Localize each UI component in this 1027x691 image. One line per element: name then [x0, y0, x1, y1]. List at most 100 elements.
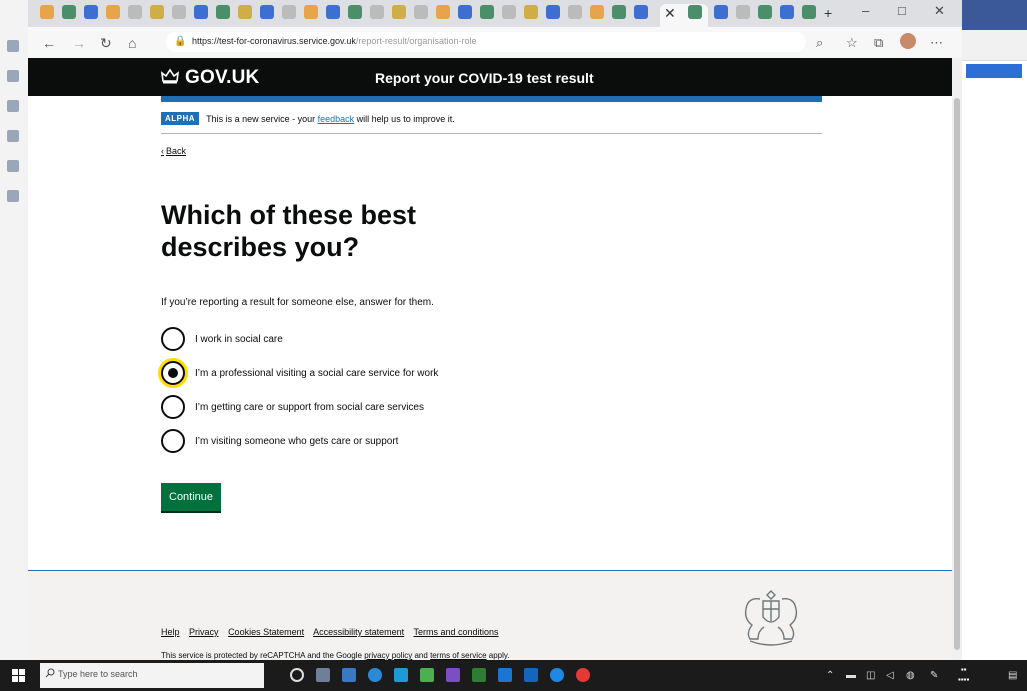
tray-chevron-icon[interactable]: ⌃ [826, 670, 834, 681]
tab-favicon[interactable] [480, 5, 494, 19]
tab-favicon[interactable] [436, 5, 450, 19]
tab-favicon[interactable] [502, 5, 516, 19]
radio-option-getting-care[interactable]: I’m getting care or support from social … [161, 390, 822, 424]
teams-app-icon[interactable] [446, 668, 460, 682]
footer-link-help[interactable]: Help [161, 627, 180, 637]
taskbar-app-icon[interactable] [550, 668, 564, 682]
home-icon[interactable]: ⌂ [128, 35, 136, 51]
privacy-policy-link[interactable]: privacy policy [364, 651, 412, 660]
forward-arrow-icon[interactable]: → [72, 35, 86, 51]
footer-link-cookies[interactable]: Cookies Statement [228, 627, 304, 637]
tab-favicon[interactable] [458, 5, 472, 19]
footer-link-accessibility[interactable]: Accessibility statement [313, 627, 404, 637]
radio-option-professional-visiting[interactable]: I’m a professional visiting a social car… [161, 356, 822, 390]
tab-favicon[interactable] [392, 5, 406, 19]
radio-button-selected[interactable] [161, 361, 185, 385]
recaptcha-text: This service is protected by reCAPTCHA a… [161, 651, 362, 660]
tab-favicon[interactable] [546, 5, 560, 19]
service-name[interactable]: Report your COVID-19 test result [375, 70, 594, 86]
radio-option-visiting-someone[interactable]: I’m visiting someone who gets care or su… [161, 424, 822, 458]
tab-favicon[interactable] [238, 5, 252, 19]
govuk-logo[interactable]: GOV.UK [185, 67, 259, 89]
tab-favicon[interactable] [326, 5, 340, 19]
tab-favicon[interactable] [524, 5, 538, 19]
cortana-icon[interactable] [290, 668, 304, 682]
back-link[interactable]: ‹ Back [161, 146, 186, 156]
radio-label[interactable]: I’m getting care or support from social … [195, 402, 424, 413]
tab-favicon[interactable] [304, 5, 318, 19]
tab-favicon[interactable] [282, 5, 296, 19]
back-arrow-icon[interactable]: ← [42, 35, 56, 51]
refresh-icon[interactable]: ↻ [100, 35, 112, 52]
close-tab-icon[interactable]: ✕ [664, 5, 676, 22]
tab-favicon[interactable] [194, 5, 208, 19]
taskbar-app-icon[interactable] [394, 668, 408, 682]
tab-favicon[interactable] [62, 5, 76, 19]
edge-browser-icon[interactable] [368, 668, 382, 682]
mail-app-icon[interactable] [342, 668, 356, 682]
tab-favicon[interactable] [568, 5, 582, 19]
tab-favicon[interactable] [736, 5, 750, 19]
radio-option-work-in-social-care[interactable]: I work in social care [161, 322, 822, 356]
new-tab-icon[interactable]: + [824, 5, 832, 21]
terms-of-service-link[interactable]: terms of service [430, 651, 486, 660]
phase-text-before: This is a new service - your [206, 113, 316, 124]
battery-icon[interactable]: ▬ [846, 670, 856, 681]
tab-favicon[interactable] [106, 5, 120, 19]
language-icon[interactable]: ◍ [906, 670, 915, 681]
notifications-icon[interactable]: ▤ [1008, 670, 1017, 681]
volume-icon[interactable]: ◁ [886, 670, 894, 681]
tab-favicon[interactable] [40, 5, 54, 19]
url-text[interactable]: https://test-for-coronavirus.service.gov… [192, 36, 476, 46]
taskbar-search-placeholder[interactable]: Type here to search [58, 669, 138, 679]
feedback-link[interactable]: feedback [318, 114, 355, 124]
favorites-icon[interactable]: ☆ [846, 35, 858, 51]
footer-link-terms[interactable]: Terms and conditions [414, 627, 499, 637]
tab-favicon[interactable] [84, 5, 98, 19]
tab-favicon[interactable] [780, 5, 794, 19]
collections-icon[interactable]: ⧉ [874, 35, 883, 51]
task-view-icon[interactable] [316, 668, 330, 682]
more-menu-icon[interactable]: ⋯ [930, 35, 943, 51]
taskbar-app-icon[interactable] [498, 668, 512, 682]
tab-favicon[interactable] [348, 5, 362, 19]
taskbar-clock[interactable]: ▪▪ ▪▪▪▪ [958, 665, 969, 685]
radio-button[interactable] [161, 395, 185, 419]
windows-taskbar: Type here to search ⌃ ▬ ◫ ◁ ◍ ✎ ▪▪ ▪▪▪▪ ▤ [0, 660, 1027, 691]
pen-icon[interactable]: ✎ [930, 670, 938, 681]
tab-favicon[interactable] [612, 5, 626, 19]
radio-label[interactable]: I work in social care [195, 334, 283, 345]
minimize-icon[interactable]: – [862, 3, 869, 18]
tab-favicon[interactable] [688, 5, 702, 19]
tab-favicon[interactable] [128, 5, 142, 19]
vertical-scrollbar[interactable] [952, 58, 962, 660]
tab-favicon[interactable] [216, 5, 230, 19]
tab-favicon[interactable] [758, 5, 772, 19]
scrollbar-thumb[interactable] [954, 98, 960, 650]
radio-label[interactable]: I’m visiting someone who gets care or su… [195, 436, 398, 447]
continue-button[interactable]: Continue [161, 483, 222, 511]
close-window-icon[interactable]: ✕ [934, 3, 945, 19]
tab-favicon[interactable] [634, 5, 648, 19]
profile-avatar[interactable] [900, 33, 916, 49]
maximize-icon[interactable]: □ [898, 3, 906, 18]
tab-favicon[interactable] [802, 5, 816, 19]
tab-favicon[interactable] [414, 5, 428, 19]
taskbar-app-icon[interactable] [524, 668, 538, 682]
search-page-icon[interactable]: ⌕ [816, 35, 823, 51]
tab-favicon[interactable] [714, 5, 728, 19]
radio-button[interactable] [161, 327, 185, 351]
taskbar-app-icon[interactable] [576, 668, 590, 682]
tab-favicon[interactable] [172, 5, 186, 19]
windows-start-icon[interactable] [12, 669, 25, 682]
taskbar-app-icon[interactable] [472, 668, 486, 682]
tab-favicon[interactable] [260, 5, 274, 19]
radio-label[interactable]: I’m a professional visiting a social car… [195, 368, 438, 379]
footer-link-privacy[interactable]: Privacy [189, 627, 219, 637]
radio-button[interactable] [161, 429, 185, 453]
tab-favicon[interactable] [150, 5, 164, 19]
tab-favicon[interactable] [590, 5, 604, 19]
network-icon[interactable]: ◫ [866, 670, 875, 681]
tab-favicon[interactable] [370, 5, 384, 19]
taskbar-app-icon[interactable] [420, 668, 434, 682]
